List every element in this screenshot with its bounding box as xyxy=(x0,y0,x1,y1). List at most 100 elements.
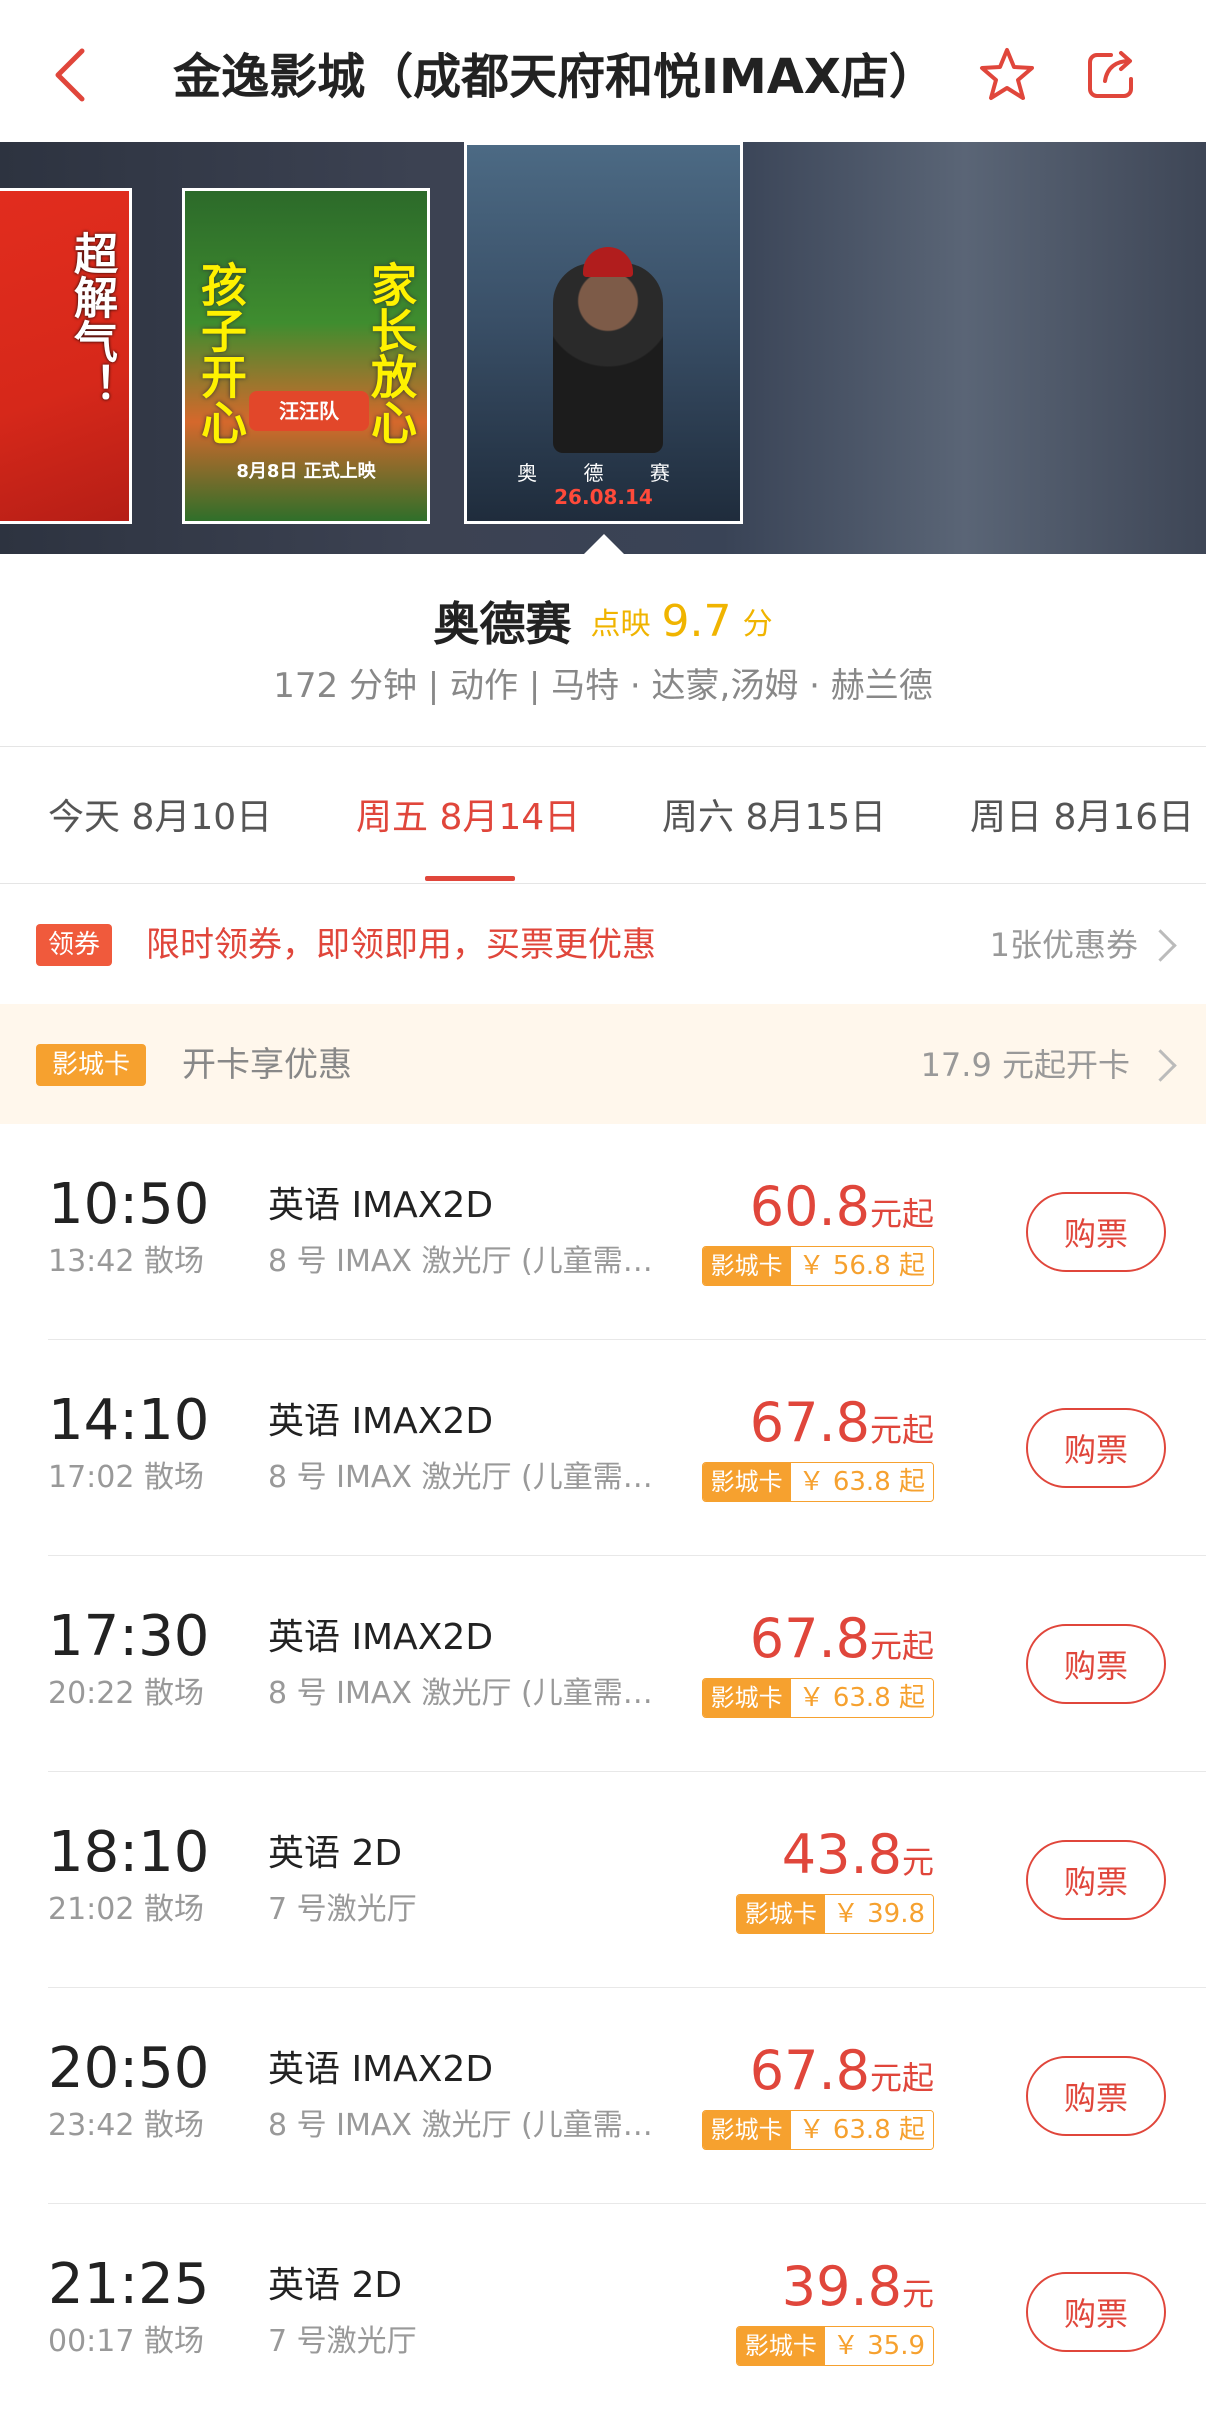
nav-header: 金逸影城（成都天府和悦IMAX店） xyxy=(0,0,1206,142)
price-value: 67.8 xyxy=(749,2039,870,2102)
price: 60.8元起 xyxy=(750,1174,934,1240)
cinema-card-price: 17.9 元起开卡 xyxy=(920,1046,1130,1084)
coupon-banner[interactable]: 领券 限时领券，即领即用，买票更优惠 1张优惠券 xyxy=(0,884,1206,1004)
showtime-row[interactable]: 20:50 23:42 散场 英语 IMAX2D 8 号 IMAX 激光厅 (儿… xyxy=(0,1988,1206,2204)
cinema-card-banner[interactable]: 影城卡 开卡享优惠 17.9 元起开卡 xyxy=(0,1004,1206,1124)
buy-ticket-button[interactable]: 购票 xyxy=(1026,1192,1166,1272)
showtime-row[interactable]: 10:50 13:42 散场 英语 IMAX2D 8 号 IMAX 激光厅 (儿… xyxy=(0,1124,1206,1340)
poster-3-date: 26.08.14 xyxy=(554,485,653,509)
start-time: 10:50 xyxy=(48,1172,210,1237)
tab-date-0814[interactable]: 周五 8月14日 xyxy=(356,788,580,840)
showtime-list: 10:50 13:42 散场 英语 IMAX2D 8 号 IMAX 激光厅 (儿… xyxy=(0,1124,1206,2403)
showtime-row[interactable]: 14:10 17:02 散场 英语 IMAX2D 8 号 IMAX 激光厅 (儿… xyxy=(0,1340,1206,1556)
cinema-card-tag: 影城卡 xyxy=(36,1044,146,1086)
price-unit: 元 xyxy=(901,2275,934,2313)
price: 43.8元 xyxy=(782,1822,934,1888)
price: 67.8元起 xyxy=(750,1390,934,1456)
movie-info: 奥德赛 点映 9.7 分 172 分钟 | 动作 | 马特 · 达蒙,汤姆 · … xyxy=(0,554,1206,746)
showtime-row[interactable]: 21:25 00:17 散场 英语 2D 7 号激光厅 39.8元 影城卡 ￥ 3… xyxy=(0,2204,1206,2420)
price-value: 67.8 xyxy=(749,1607,870,1670)
movie-title-row: 奥德赛 点映 9.7 分 xyxy=(0,588,1206,654)
hall-name: 8 号 IMAX 激光厅 (儿童需购票) xyxy=(268,2108,668,2143)
card-price-badge: 影城卡 ￥ 39.8 xyxy=(735,1894,934,1934)
favorite-button[interactable] xyxy=(972,40,1042,110)
price-unit: 元起 xyxy=(869,1411,934,1449)
hall-name: 7 号激光厅 xyxy=(268,1892,417,1927)
language-format: 英语 2D xyxy=(268,1833,403,1874)
card-price-badge: 影城卡 ￥ 63.8 起 xyxy=(701,1678,934,1718)
price-value: 43.8 xyxy=(781,1823,902,1886)
star-icon xyxy=(980,48,1034,100)
poster-3-helmet xyxy=(583,247,633,277)
share-icon xyxy=(1088,51,1133,98)
coupon-count: 1张优惠券 xyxy=(989,926,1138,964)
start-time: 14:10 xyxy=(48,1388,210,1453)
card-price-badge: 影城卡 ￥ 35.9 xyxy=(735,2326,934,2366)
poster-2-badge: 汪汪队 xyxy=(249,391,369,431)
movie-details: 172 分钟 | 动作 | 马特 · 达蒙,汤姆 · 赫兰德 xyxy=(273,666,933,706)
date-tabs: 今天 8月10日 周五 8月14日 周六 8月15日 周日 8月16日 xyxy=(0,748,1206,882)
poster-2-date: 8月8日 正式上映 xyxy=(236,461,376,482)
card-tag: 影城卡 xyxy=(702,1463,791,1501)
tab-date-0815[interactable]: 周六 8月15日 xyxy=(662,788,886,840)
card-price-badge: 影城卡 ￥ 63.8 起 xyxy=(701,2110,934,2150)
chevron-left-icon xyxy=(55,48,85,102)
end-time: 21:02 散场 xyxy=(48,1892,204,1927)
score-unit: 分 xyxy=(742,607,773,642)
end-time: 20:22 散场 xyxy=(48,1676,204,1711)
poster-movie-2[interactable]: 孩子开心 家长放心 汪汪队 8月8日 正式上映 xyxy=(182,188,430,524)
poster-carousel[interactable]: 超解气！ 孩子开心 家长放心 汪汪队 8月8日 正式上映 奥 德 赛 26.08… xyxy=(0,142,1206,554)
buy-ticket-button[interactable]: 购票 xyxy=(1026,1840,1166,1920)
language-format: 英语 IMAX2D xyxy=(268,2049,494,2090)
hall-name: 8 号 IMAX 激光厅 (儿童需购票) xyxy=(268,1460,668,1495)
price-value: 67.8 xyxy=(749,1391,870,1454)
share-button[interactable] xyxy=(1076,40,1146,110)
hall-name: 8 号 IMAX 激光厅 (儿童需购票) xyxy=(268,1244,668,1279)
score-label: 点映 xyxy=(590,607,651,642)
poster-movie-1[interactable]: 超解气！ xyxy=(0,188,132,524)
tab-date-0810[interactable]: 今天 8月10日 xyxy=(48,788,272,840)
end-time: 00:17 散场 xyxy=(48,2324,204,2359)
back-button[interactable] xyxy=(40,40,100,110)
start-time: 21:25 xyxy=(48,2252,210,2317)
poster-3-warrior-figure xyxy=(553,263,663,453)
selected-poster-indicator xyxy=(584,534,624,554)
language-format: 英语 IMAX2D xyxy=(268,1185,494,1226)
price-unit: 元起 xyxy=(869,2059,934,2097)
price-unit: 元起 xyxy=(869,1627,934,1665)
start-time: 20:50 xyxy=(48,2036,210,2101)
active-tab-indicator xyxy=(425,876,515,881)
tab-date-0816[interactable]: 周日 8月16日 xyxy=(970,788,1194,840)
card-price-badge: 影城卡 ￥ 56.8 起 xyxy=(701,1246,934,1286)
buy-ticket-button[interactable]: 购票 xyxy=(1026,1408,1166,1488)
card-tag: 影城卡 xyxy=(736,1895,825,1933)
buy-ticket-button[interactable]: 购票 xyxy=(1026,2272,1166,2352)
language-format: 英语 IMAX2D xyxy=(268,1401,494,1442)
poster-movie-selected[interactable]: 奥 德 赛 26.08.14 xyxy=(464,142,743,524)
hall-name: 7 号激光厅 xyxy=(268,2324,417,2359)
chevron-right-icon xyxy=(1144,929,1177,962)
hall-name: 8 号 IMAX 激光厅 (儿童需购票) xyxy=(268,1676,668,1711)
buy-ticket-button[interactable]: 购票 xyxy=(1026,1624,1166,1704)
card-tag: 影城卡 xyxy=(736,2327,825,2365)
divider xyxy=(0,746,1206,747)
price: 67.8元起 xyxy=(750,1606,934,1672)
showtime-row[interactable]: 18:10 21:02 散场 英语 2D 7 号激光厅 43.8元 影城卡 ￥ 3… xyxy=(0,1772,1206,1988)
end-time: 17:02 散场 xyxy=(48,1460,204,1495)
card-tag: 影城卡 xyxy=(702,1679,791,1717)
poster-2-left-text: 孩子开心 xyxy=(194,261,248,445)
showtime-row[interactable]: 17:30 20:22 散场 英语 IMAX2D 8 号 IMAX 激光厅 (儿… xyxy=(0,1556,1206,1772)
poster-1-text: 超解气！ xyxy=(66,231,117,407)
start-time: 18:10 xyxy=(48,1820,210,1885)
card-price-badge: 影城卡 ￥ 63.8 起 xyxy=(701,1462,934,1502)
language-format: 英语 2D xyxy=(268,2265,403,2306)
coupon-text: 限时领券，即领即用，买票更优惠 xyxy=(146,925,656,965)
price-unit: 元 xyxy=(901,1843,934,1881)
buy-ticket-button[interactable]: 购票 xyxy=(1026,2056,1166,2136)
price-value: 60.8 xyxy=(749,1175,870,1238)
page-title: 金逸影城（成都天府和悦IMAX店） xyxy=(173,49,937,105)
poster-2-right-text: 家长放心 xyxy=(364,261,418,445)
card-price: ￥ 39.8 xyxy=(824,1895,933,1933)
start-time: 17:30 xyxy=(48,1604,210,1669)
end-time: 13:42 散场 xyxy=(48,1244,204,1279)
